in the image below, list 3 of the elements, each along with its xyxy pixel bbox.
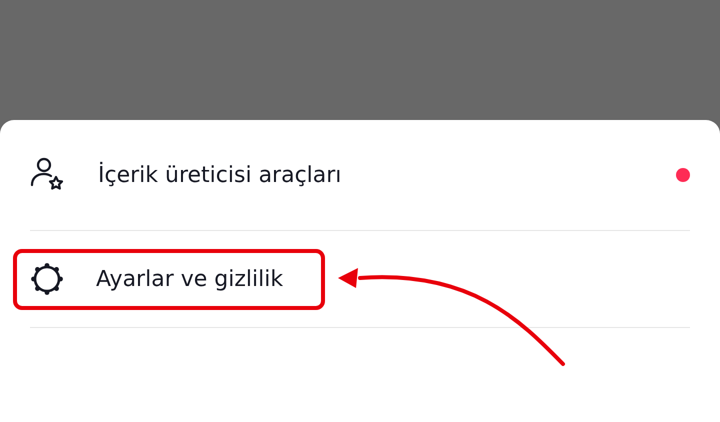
menu-item[interactable]: İçerik üreticisi araçları <box>30 144 676 206</box>
menu-item[interactable]: Ayarlar ve gizlilik <box>13 248 325 310</box>
settings-icon <box>30 262 64 296</box>
